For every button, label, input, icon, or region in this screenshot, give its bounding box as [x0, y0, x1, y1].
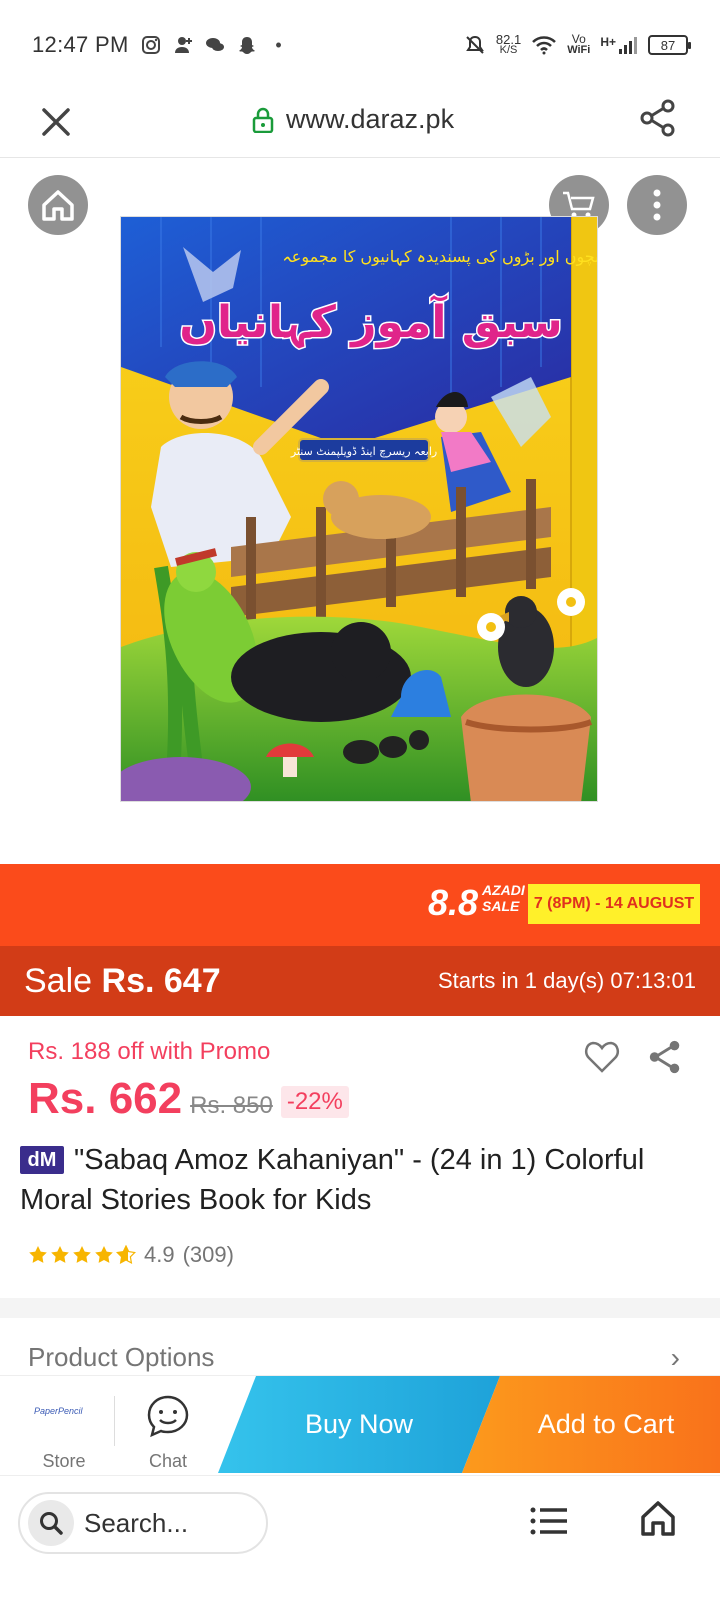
product-title: "Sabaq Amoz Kahaniyan" - (24 in 1) Color…	[20, 1144, 645, 1216]
dot-icon: •	[275, 35, 282, 55]
store-button[interactable]: PaperPencil Store	[14, 1376, 114, 1476]
mute-bell-icon	[466, 35, 484, 54]
lock-icon	[252, 107, 274, 133]
status-bar: 12:47 PM • 82.1 K/S Vo WiFi H+ 87	[0, 0, 720, 90]
star-icon	[73, 1246, 91, 1263]
half-star-icon	[116, 1245, 136, 1265]
home-icon	[42, 190, 74, 221]
sale-price: Sale Rs. 647	[24, 961, 221, 1000]
store-label: Store	[42, 1451, 86, 1471]
url-text: www.daraz.pk	[286, 104, 455, 134]
search-input[interactable]: Search...	[18, 1492, 268, 1554]
search-icon	[40, 1512, 63, 1535]
flash-sale-bar: Sale Rs. 647 Starts in 1 day(s) 07:13:01	[0, 946, 720, 1016]
sale-countdown: Starts in 1 day(s) 07:13:01	[437, 968, 696, 993]
product-title-row: dM "Sabaq Amoz Kahaniyan" - (24 in 1) Col…	[20, 1140, 660, 1220]
price-row: Rs. 662 Rs. 850 -22%	[28, 1074, 349, 1124]
promo-dates: 7 (8PM) - 14 AUGUST	[528, 884, 700, 924]
cover-subtitle: بچوں اور بڑوں کی پسندیدہ کہانیوں کا مجمو…	[282, 247, 598, 267]
close-button[interactable]	[38, 100, 74, 140]
product-share-button[interactable]	[646, 1038, 684, 1076]
wishlist-button[interactable]	[584, 1040, 620, 1074]
url-display[interactable]: www.daraz.pk	[252, 104, 454, 135]
browser-bottom-bar: Search...	[0, 1475, 720, 1600]
signal-icon: H+	[600, 35, 638, 55]
rating-row[interactable]: 4.9 (309)	[28, 1242, 234, 1268]
purchase-action-bar: PaperPencil Store Chat Buy Now Add to Ca…	[0, 1375, 720, 1475]
add-to-cart-button[interactable]: Add to Cart	[462, 1376, 720, 1473]
share-icon	[649, 1040, 680, 1074]
menu-button[interactable]	[530, 1506, 568, 1536]
section-divider	[0, 1298, 720, 1318]
current-price: Rs. 662	[28, 1074, 183, 1123]
chevron-right-icon: ›	[670, 1342, 680, 1373]
browser-home-button[interactable]	[638, 1498, 678, 1538]
instagram-icon	[141, 36, 160, 54]
battery-indicator: 87	[648, 35, 691, 55]
more-vertical-icon	[653, 189, 661, 221]
buy-now-button[interactable]: Buy Now	[218, 1376, 500, 1473]
original-price: Rs. 850	[190, 1092, 273, 1119]
store-logo: PaperPencil	[34, 1406, 83, 1416]
rating-value: 4.9	[144, 1242, 175, 1267]
volte-wifi-label: Vo WiFi	[567, 32, 591, 56]
close-icon	[42, 108, 70, 136]
cover-publisher: رابعہ ریسرچ اینڈ ڈویلپمنٹ سنٹر	[290, 445, 437, 458]
discount-badge: -22%	[280, 1086, 349, 1118]
daraz-mall-badge: dM	[20, 1146, 64, 1174]
wifi-icon	[532, 36, 557, 55]
heart-icon	[584, 1041, 620, 1073]
list-menu-icon	[530, 1507, 567, 1535]
add-person-icon	[174, 37, 192, 53]
chat-label: Chat	[148, 1451, 188, 1471]
promo-event-name: AZADI SALE	[482, 882, 525, 914]
product-image-section: بچوں اور بڑوں کی پسندیدہ کہانیوں کا مجمو…	[0, 159, 720, 864]
action-separator	[114, 1396, 115, 1446]
chat-bubbles-icon	[205, 38, 224, 51]
review-count: (309)	[182, 1242, 234, 1267]
home-button[interactable]	[28, 175, 88, 235]
chat-button[interactable]: Chat	[120, 1376, 216, 1476]
snapchat-icon	[238, 37, 255, 54]
promo-discount-text[interactable]: Rs. 188 off with Promo	[28, 1038, 270, 1066]
search-placeholder: Search...	[84, 1507, 189, 1538]
azadi-sale-banner[interactable]: 8.8 AZADI SALE 7 (8PM) - 14 AUGUST	[0, 864, 720, 946]
more-options-button[interactable]	[627, 175, 687, 235]
cover-title: سبق آموز کہانیاں	[179, 294, 562, 349]
star-icon	[51, 1246, 69, 1263]
net-speed: 82.1 K/S	[495, 32, 522, 56]
star-icon	[95, 1246, 113, 1263]
product-image[interactable]: بچوں اور بڑوں کی پسندیدہ کہانیوں کا مجمو…	[120, 216, 598, 802]
rating-stars	[28, 1245, 136, 1265]
share-icon	[640, 99, 675, 137]
home-icon	[641, 1501, 675, 1536]
book-cover-illustration: بچوں اور بڑوں کی پسندیدہ کہانیوں کا مجمو…	[121, 217, 598, 801]
promo-event-number: 8.8	[428, 882, 479, 923]
product-options-label: Product Options	[28, 1342, 215, 1372]
chat-icon	[147, 1395, 189, 1438]
browser-url-bar: www.daraz.pk	[0, 90, 720, 158]
status-time: 12:47 PM	[32, 32, 129, 57]
product-info: Rs. 188 off with Promo Rs. 662 Rs. 850 -…	[0, 1016, 720, 1312]
star-icon	[29, 1246, 47, 1263]
search-button[interactable]	[28, 1500, 74, 1546]
browser-share-button[interactable]	[638, 98, 678, 138]
